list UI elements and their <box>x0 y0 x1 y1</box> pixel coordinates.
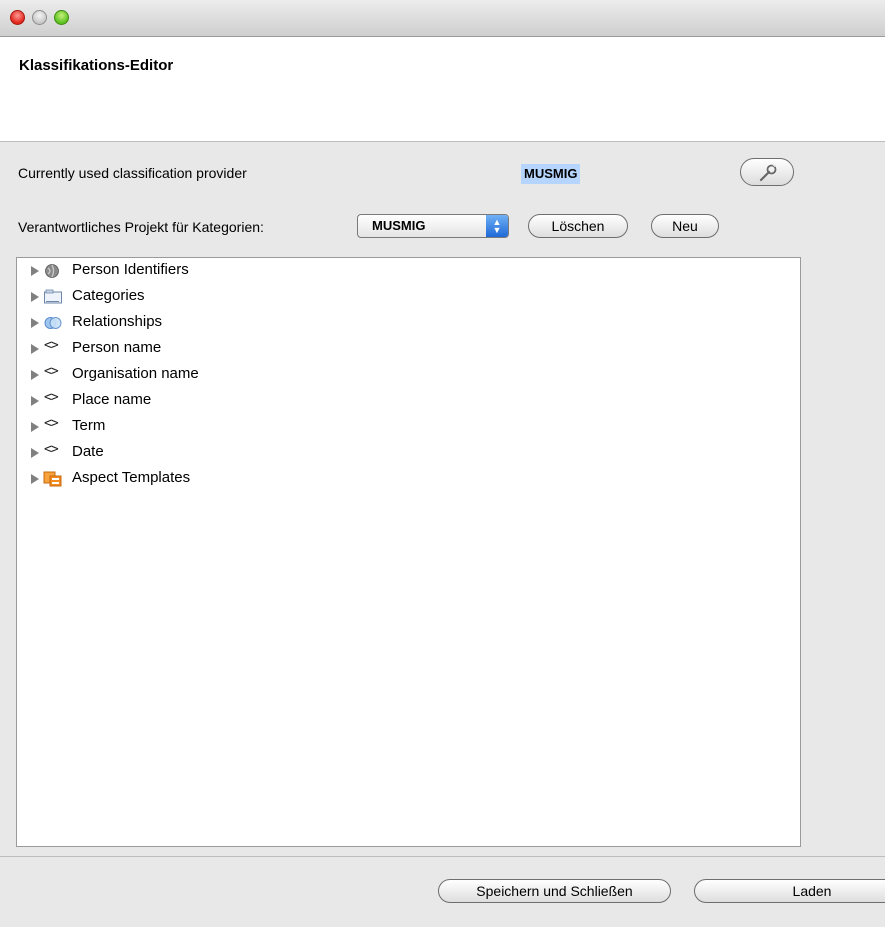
load-button[interactable]: Laden <box>694 879 885 903</box>
tag-icon: <> <box>44 364 59 379</box>
footer-divider <box>0 856 885 857</box>
disclosure-triangle-icon[interactable] <box>31 266 39 276</box>
tree-item[interactable]: Relationships <box>17 310 800 336</box>
disclosure-triangle-icon[interactable] <box>31 396 39 406</box>
wrench-icon <box>759 163 777 182</box>
disclosure-triangle-icon[interactable] <box>31 448 39 458</box>
provider-label: Currently used classification provider <box>18 165 247 181</box>
tree-item[interactable]: <> Term <box>17 414 800 440</box>
provider-value[interactable]: MUSMIG <box>521 164 581 184</box>
tag-icon: <> <box>44 442 59 457</box>
classification-tree[interactable]: Person Identifiers Categories Relationsh… <box>16 257 801 847</box>
minimize-window-button[interactable] <box>32 10 47 25</box>
sphere-icon <box>45 264 59 278</box>
delete-button[interactable]: Löschen <box>528 214 628 238</box>
tree-item[interactable]: <> Place name <box>17 388 800 414</box>
tree-item-label: Term <box>72 417 106 434</box>
folder-icon <box>44 289 62 304</box>
header-banner: Klassifikations-Editor <box>0 37 885 142</box>
tree-item[interactable]: <> Organisation name <box>17 362 800 388</box>
disclosure-triangle-icon[interactable] <box>31 474 39 484</box>
save-and-close-button[interactable]: Speichern und Schließen <box>438 879 671 903</box>
project-select[interactable]: MUSMIG ▲ ▼ <box>357 214 509 238</box>
tree-item-label: Relationships <box>72 313 163 330</box>
template-icon <box>43 471 62 487</box>
page-title: Klassifikations-Editor <box>19 57 174 74</box>
tree-item-label: Person name <box>72 339 162 356</box>
project-label: Verantwortliches Projekt für Kategorien: <box>18 219 264 235</box>
link-icon <box>44 317 62 329</box>
tag-icon: <> <box>44 416 59 431</box>
select-stepper-icon: ▲ ▼ <box>486 215 508 237</box>
disclosure-triangle-icon[interactable] <box>31 318 39 328</box>
close-window-button[interactable] <box>10 10 25 25</box>
tag-icon: <> <box>44 390 59 405</box>
tree-item[interactable]: <> Person name <box>17 336 800 362</box>
app-window: Klassifikations-Editor Currently used cl… <box>0 0 885 927</box>
tree-item[interactable]: <> Date <box>17 440 800 466</box>
title-bar <box>0 0 885 37</box>
disclosure-triangle-icon[interactable] <box>31 344 39 354</box>
tag-icon: <> <box>44 338 59 353</box>
tree-item-label: Person Identifiers <box>72 261 189 278</box>
new-button[interactable]: Neu <box>651 214 719 238</box>
tree-item[interactable]: Categories <box>17 284 800 310</box>
tree-item-label: Categories <box>72 287 145 304</box>
project-select-value: MUSMIG <box>372 218 426 233</box>
disclosure-triangle-icon[interactable] <box>31 370 39 380</box>
provider-settings-button[interactable] <box>740 158 794 186</box>
tree-item-label: Place name <box>72 391 152 408</box>
tree-item-label: Aspect Templates <box>72 469 191 486</box>
tree-item-label: Date <box>72 443 104 460</box>
tree-item[interactable]: Person Identifiers <box>17 258 800 284</box>
disclosure-triangle-icon[interactable] <box>31 422 39 432</box>
zoom-window-button[interactable] <box>54 10 69 25</box>
tree-item-label: Organisation name <box>72 365 199 382</box>
tree-item[interactable]: Aspect Templates <box>17 466 800 492</box>
disclosure-triangle-icon[interactable] <box>31 292 39 302</box>
